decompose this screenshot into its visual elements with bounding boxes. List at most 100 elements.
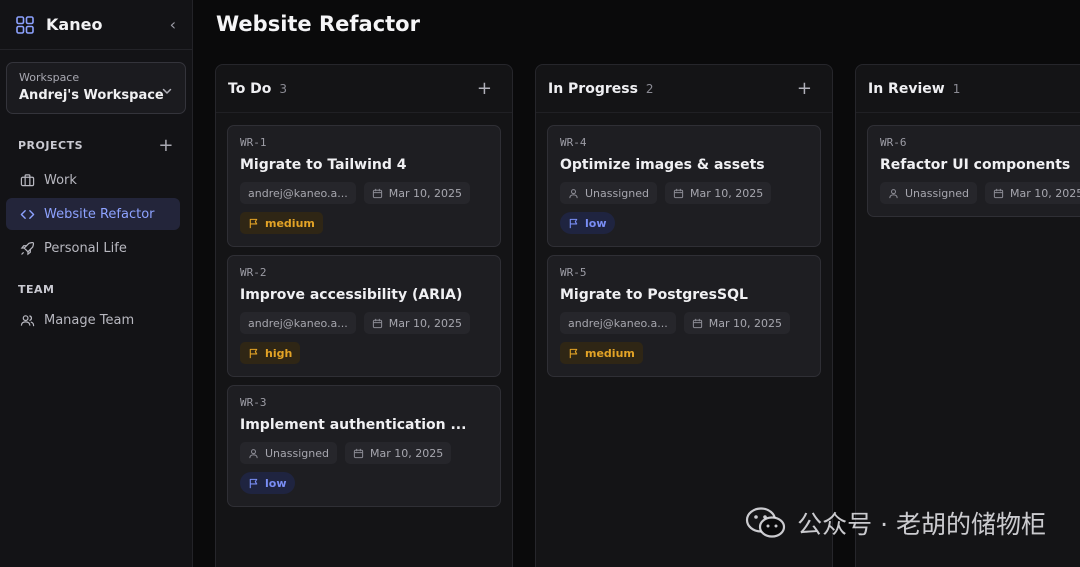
user-icon: [889, 188, 898, 198]
assignee-chip[interactable]: Unassigned: [880, 182, 977, 204]
priority-label: high: [265, 346, 293, 360]
sidebar-item-work[interactable]: Work: [6, 164, 180, 196]
flag-icon: [249, 218, 258, 228]
assignee-label: andrej@kaneo.a...: [248, 316, 348, 330]
main-content: Website Refactor To Do 3 + WR-1 Migrate to T…: [193, 0, 1080, 567]
priority-label: low: [585, 216, 607, 230]
priority-badge[interactable]: low: [240, 472, 295, 494]
column-title: To Do: [228, 80, 272, 97]
assignee-label: andrej@kaneo.a...: [568, 316, 668, 330]
team-section-header: TEAM: [0, 280, 192, 298]
task-card[interactable]: WR-5 Migrate to PostgresSQL andrej@kaneo.a…: [547, 255, 821, 377]
projects-section-header: PROJECTS +: [0, 135, 192, 156]
app-name: Kaneo: [46, 15, 103, 34]
code-icon: [20, 209, 35, 219]
priority-label: low: [265, 476, 287, 490]
task-title: Refactor UI components: [880, 157, 1071, 173]
calendar-icon: [993, 188, 1004, 198]
calendar-icon: [353, 448, 364, 458]
task-meta: Unassigned Mar 10, 2025 low: [560, 182, 808, 234]
sidebar-item-website-refactor[interactable]: Website Refactor: [6, 198, 180, 230]
due-date-label: Mar 10, 2025: [388, 186, 462, 200]
calendar-icon: [372, 318, 382, 328]
grid-logo-icon: [16, 15, 34, 34]
chevron-down-icon: [161, 82, 173, 94]
task-title: Implement authentication ...: [240, 417, 467, 433]
due-date-chip[interactable]: Mar 10, 2025: [363, 182, 470, 204]
task-meta: Unassigned Mar 10, 2025: [880, 182, 1080, 204]
column-header: In Review1+: [856, 65, 1080, 113]
sidebar-item-label: Website Refactor: [44, 206, 155, 222]
user-icon: [249, 448, 258, 458]
task-card[interactable]: WR-4 Optimize images & assets Unassigned Ma…: [547, 125, 821, 247]
task-title: Improve accessibility (ARIA): [240, 287, 463, 303]
column-count: 1: [952, 81, 961, 96]
priority-label: medium: [265, 216, 315, 230]
due-date-chip[interactable]: Mar 10, 2025: [985, 182, 1080, 204]
assignee-chip[interactable]: andrej@kaneo.a...: [240, 312, 356, 334]
task-card[interactable]: WR-6 Refactor UI components Unassigned Mar …: [867, 125, 1080, 217]
due-date-chip[interactable]: Mar 10, 2025: [345, 442, 452, 464]
due-date-chip[interactable]: Mar 10, 2025: [683, 312, 790, 334]
task-title: Migrate to PostgresSQL: [560, 287, 748, 303]
calendar-icon: [673, 188, 684, 198]
due-date-chip[interactable]: Mar 10, 2025: [665, 182, 772, 204]
collapse-sidebar-button[interactable]: ‹: [170, 15, 176, 34]
sidebar-item-personal-life[interactable]: Personal Life: [6, 232, 180, 264]
task-card[interactable]: WR-3 Implement authentication ... Unassign…: [227, 385, 501, 507]
briefcase-icon: [20, 173, 35, 186]
column-title: In Progress: [548, 80, 638, 97]
task-card[interactable]: WR-1 Migrate to Tailwind 4 andrej@kaneo.a.…: [227, 125, 501, 247]
due-date-label: Mar 10, 2025: [1010, 186, 1080, 200]
flag-icon: [249, 348, 258, 358]
task-card[interactable]: WR-2 Improve accessibility (ARIA) andrej@k…: [227, 255, 501, 377]
priority-label: medium: [585, 346, 635, 360]
calendar-icon: [372, 188, 382, 198]
task-meta: andrej@kaneo.a... Mar 10, 2025 medium: [240, 182, 488, 234]
kanban-board: To Do 3 + WR-1 Migrate to Tailwind 4 andrej@k…: [215, 64, 1080, 567]
task-id: WR-3: [240, 396, 267, 409]
due-date-label: Mar 10, 2025: [388, 316, 462, 330]
card-list: WR-1 Migrate to Tailwind 4 andrej@kaneo.a.…: [216, 113, 512, 507]
task-id: WR-1: [240, 136, 267, 149]
assignee-label: Unassigned: [905, 186, 969, 200]
task-title: Optimize images & assets: [560, 157, 765, 173]
rocket-icon: [20, 241, 35, 255]
column-to-do: To Do 3 + WR-1 Migrate to Tailwind 4 andrej@k…: [215, 64, 513, 567]
priority-badge[interactable]: medium: [240, 212, 323, 234]
flag-icon: [569, 348, 578, 358]
assignee-chip[interactable]: Unassigned: [560, 182, 657, 204]
calendar-icon: [692, 318, 702, 328]
team-section-title: TEAM: [18, 282, 55, 296]
due-date-label: Mar 10, 2025: [708, 316, 782, 330]
workspace-switcher[interactable]: Workspace Andrej's Workspace: [6, 62, 186, 114]
due-date-chip[interactable]: Mar 10, 2025: [363, 312, 470, 334]
task-id: WR-4: [560, 136, 587, 149]
projects-section-title: PROJECTS: [18, 138, 83, 152]
card-list: WR-6 Refactor UI components Unassigned Mar …: [856, 113, 1080, 217]
task-title: Migrate to Tailwind 4: [240, 157, 407, 173]
priority-badge[interactable]: high: [240, 342, 301, 364]
workspace-label: Workspace: [19, 71, 80, 84]
watermark: 公众号 · 老胡的储物柜: [745, 505, 1046, 541]
task-id: WR-2: [240, 266, 267, 279]
sidebar-item-label: Work: [44, 172, 77, 188]
assignee-chip[interactable]: Unassigned: [240, 442, 337, 464]
user-icon: [569, 188, 578, 198]
task-meta: Unassigned Mar 10, 2025 low: [240, 442, 488, 494]
due-date-label: Mar 10, 2025: [370, 446, 444, 460]
assignee-chip[interactable]: andrej@kaneo.a...: [560, 312, 676, 334]
task-id: WR-6: [880, 136, 907, 149]
priority-badge[interactable]: medium: [560, 342, 643, 364]
add-task-button[interactable]: +: [477, 78, 492, 99]
assignee-label: andrej@kaneo.a...: [248, 186, 348, 200]
workspace-name: Andrej's Workspace: [19, 88, 164, 103]
column-count: 3: [279, 81, 288, 96]
assignee-chip[interactable]: andrej@kaneo.a...: [240, 182, 356, 204]
column-in-review: In Review1+ WR-6 Refactor UI components Una…: [855, 64, 1080, 567]
sidebar-item-manage-team[interactable]: Manage Team: [6, 304, 180, 336]
add-task-button[interactable]: +: [797, 78, 812, 99]
app-root: Kaneo ‹ Workspace Andrej's Workspace PRO…: [0, 0, 1080, 567]
add-project-button[interactable]: +: [158, 135, 174, 156]
priority-badge[interactable]: low: [560, 212, 615, 234]
